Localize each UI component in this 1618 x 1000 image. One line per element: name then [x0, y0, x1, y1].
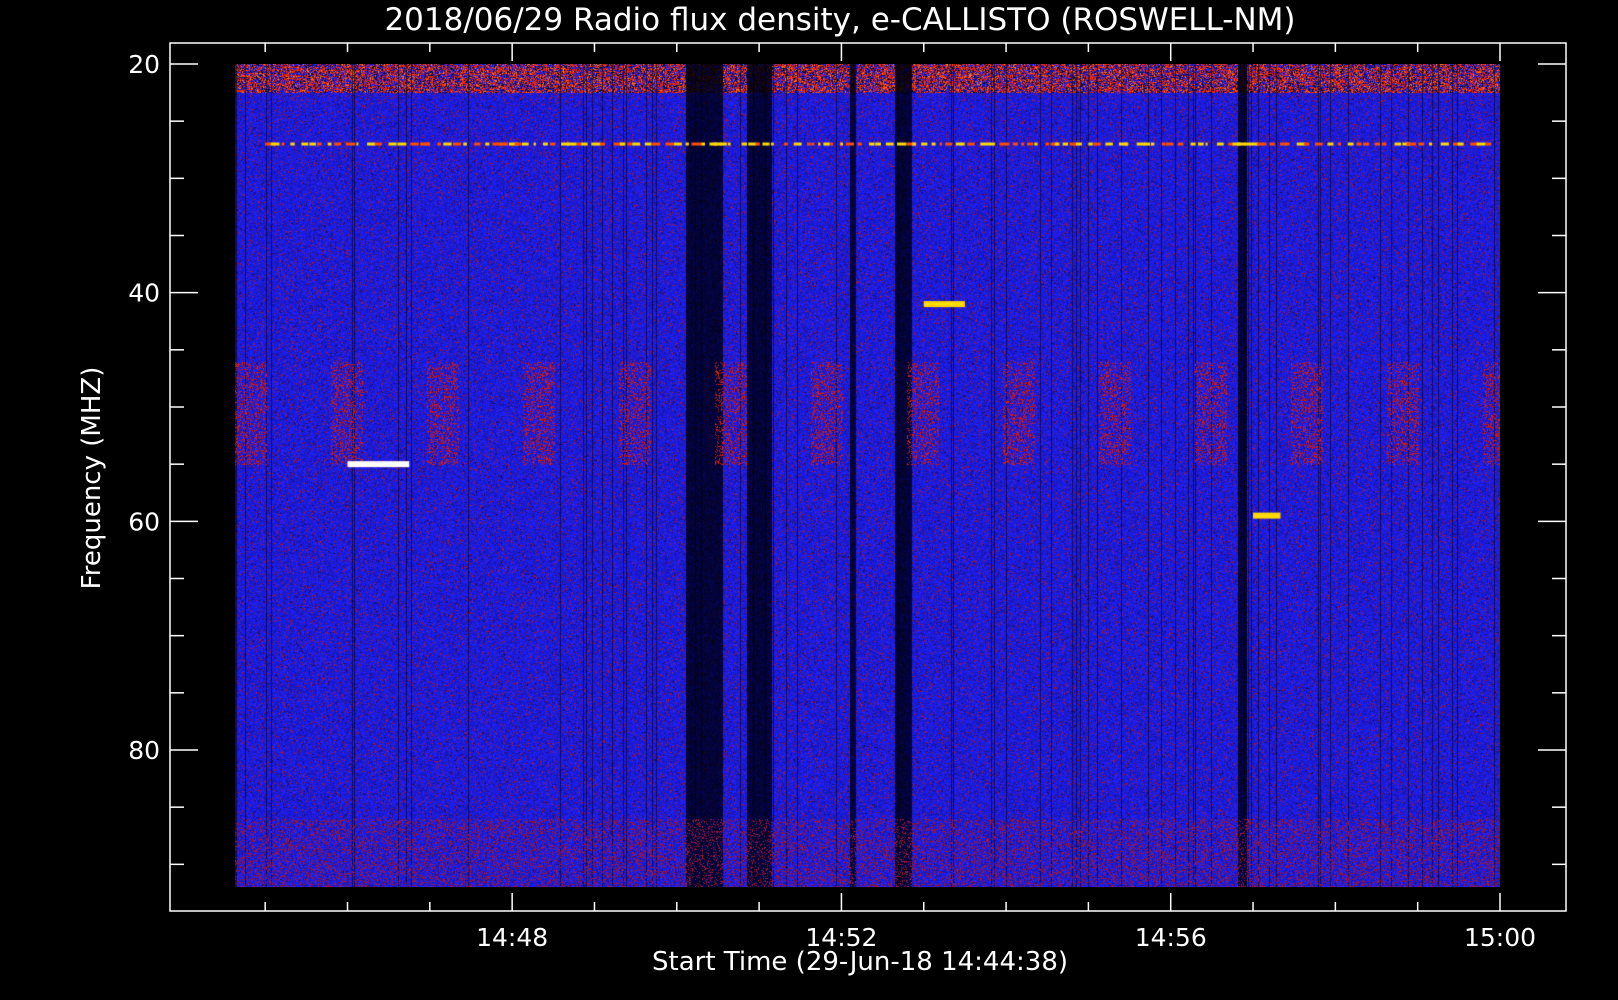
spectrogram-chart: 2018/06/29 Radio flux density, e-CALLIST…	[0, 0, 1618, 1000]
y-axis-label: Frequency (MHZ)	[77, 367, 107, 590]
y-tick-label: 80	[128, 736, 160, 765]
y-tick-label: 40	[128, 279, 160, 308]
x-tick-label: 15:00	[1464, 923, 1536, 952]
x-tick-label: 14:48	[476, 923, 548, 952]
spectrogram-heatmap	[235, 64, 1500, 887]
chart-title: 2018/06/29 Radio flux density, e-CALLIST…	[384, 2, 1295, 38]
y-tick-label: 20	[128, 50, 160, 79]
x-axis-label: Start Time (29-Jun-18 14:44:38)	[652, 947, 1068, 977]
y-tick-label: 60	[128, 507, 160, 536]
x-tick-label: 14:56	[1135, 923, 1207, 952]
